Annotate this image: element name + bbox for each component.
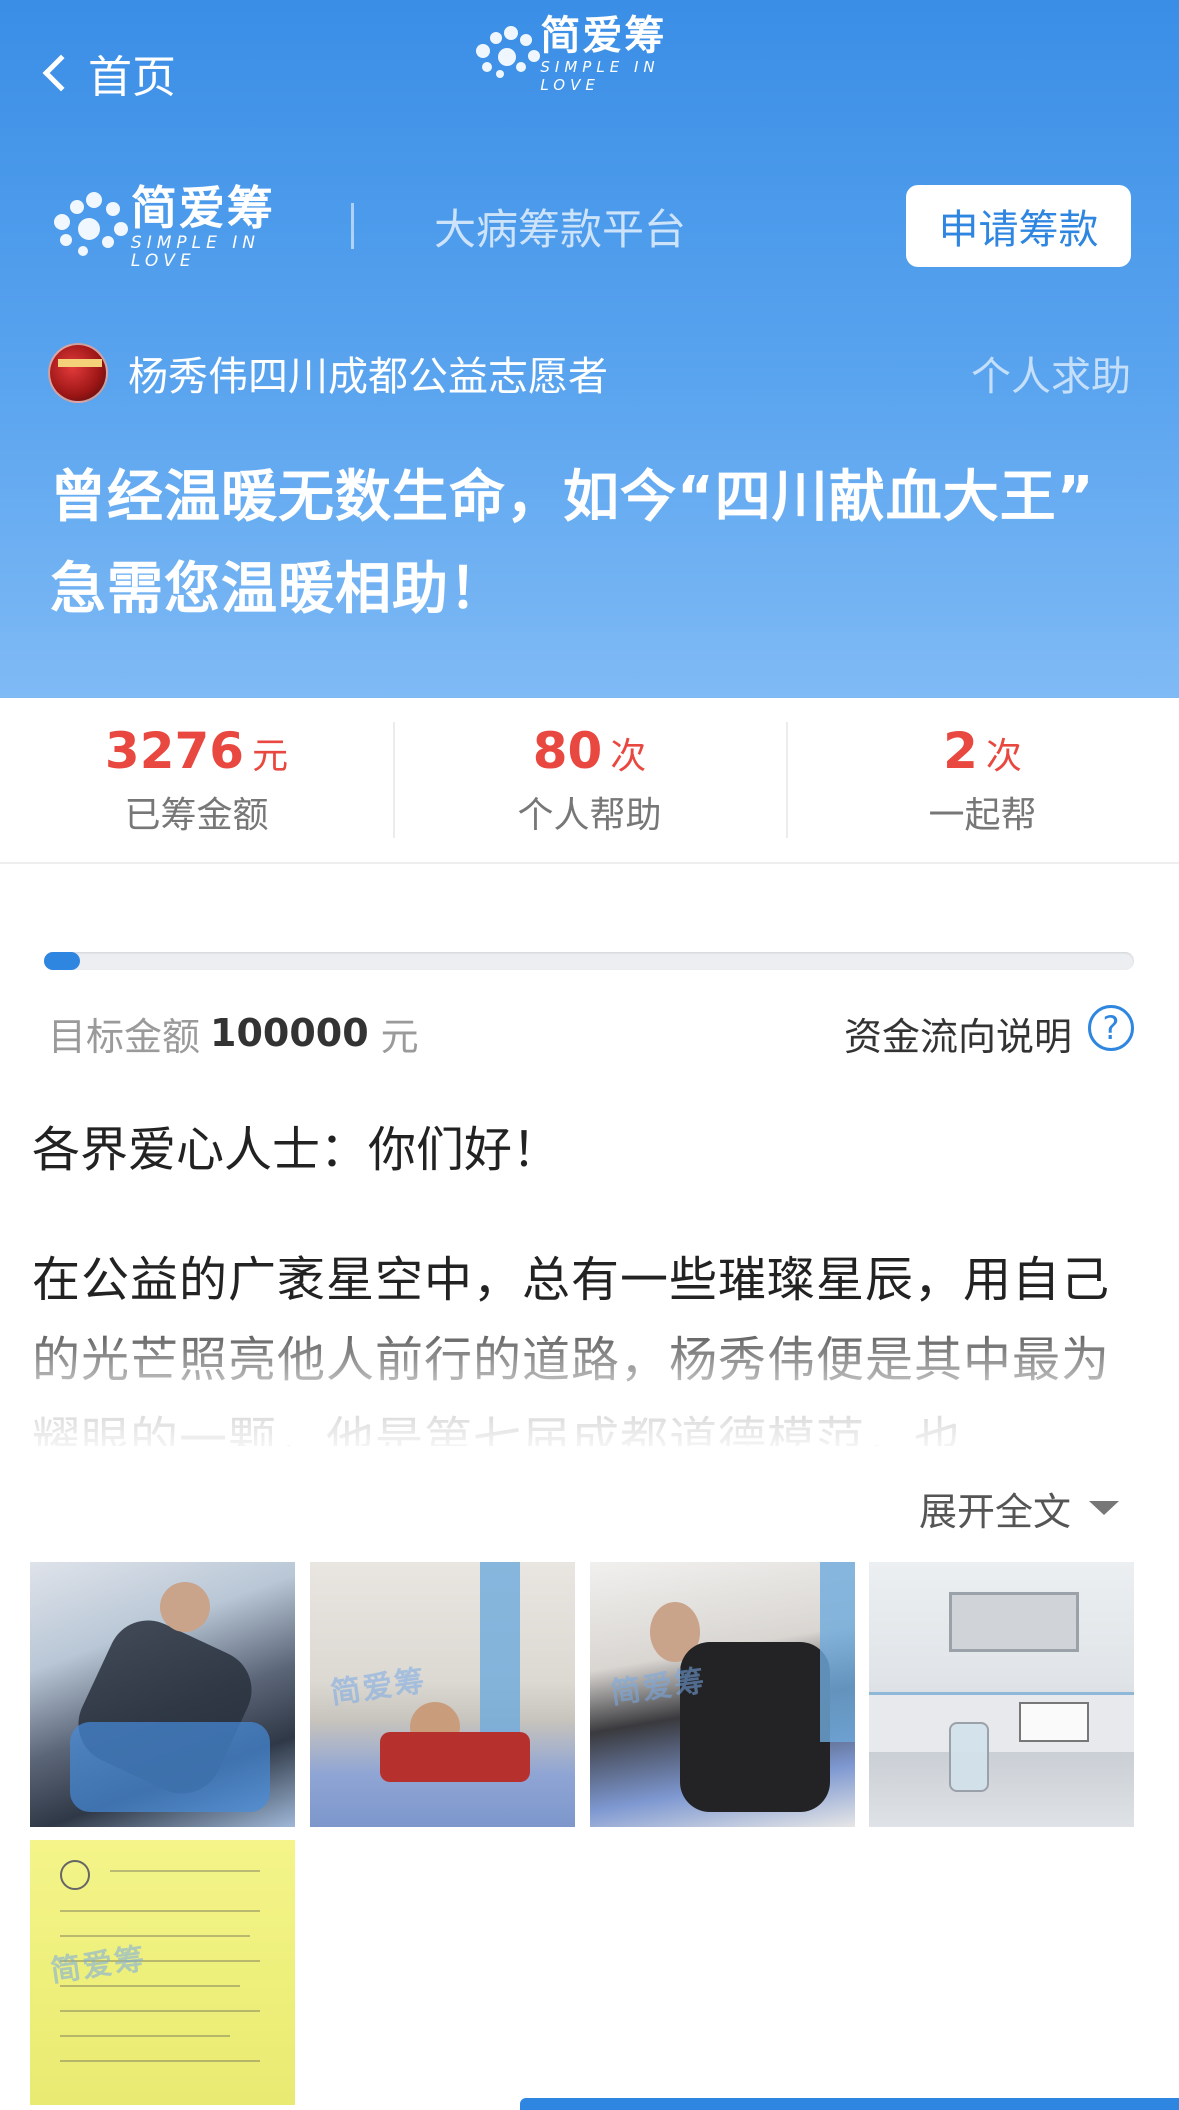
app-logo: 简爱筹 SIMPLE IN LOVE — [470, 14, 710, 94]
photo-thumbnail[interactable] — [30, 1562, 295, 1827]
photo-thumbnail[interactable]: 简爱筹 — [30, 1840, 295, 2105]
brand-row: 简爱筹 SIMPLE IN LOVE 大病筹款平台 申请筹款 — [48, 180, 1131, 272]
stat-unit: 元 — [252, 736, 289, 777]
stat-personal-help: 80 次 个人帮助 — [393, 698, 786, 862]
target-amount: 100000 — [210, 1011, 369, 1055]
stat-unit: 次 — [610, 736, 647, 777]
campaign-header: 首页 简爱筹 SIMPLE IN LOVE 简爱筹 SIMPLE IN LOVE… — [0, 0, 1179, 698]
divider — [351, 203, 354, 249]
logo-text-en: SIMPLE IN LOVE — [540, 58, 660, 94]
watermark: 简爱筹 — [48, 1941, 149, 1990]
stat-raised: 3276 元 已筹金额 — [0, 698, 393, 862]
fund-flow-link[interactable]: 资金流向说明 ? — [843, 1005, 1134, 1061]
brand-logo-en: SIMPLE IN LOVE — [130, 233, 260, 271]
back-button[interactable]: 首页 — [40, 38, 176, 108]
campaign-type-tag: 个人求助 — [971, 354, 1131, 400]
logo-icon — [470, 22, 540, 86]
back-label: 首页 — [88, 52, 176, 103]
stat-group-help: 2 次 一起帮 — [786, 698, 1179, 862]
progress-bar — [44, 952, 1134, 970]
caret-down-icon — [1089, 1501, 1119, 1515]
photo-thumbnail[interactable] — [869, 1562, 1134, 1827]
stats-bar: 3276 元 已筹金额 80 次 个人帮助 2 次 一起帮 — [0, 698, 1179, 864]
avatar[interactable] — [48, 343, 108, 403]
brand-logo: 简爱筹 SIMPLE IN LOVE — [48, 180, 323, 272]
apply-fundraising-button[interactable]: 申请筹款 — [906, 185, 1131, 267]
text-fade-overlay — [0, 1300, 1179, 1460]
photo-thumbnail[interactable]: 简爱筹 — [590, 1562, 855, 1827]
help-icon[interactable]: ? — [1088, 1005, 1134, 1051]
target-row: 目标金额 100000 元 资金流向说明 ? — [48, 1000, 1134, 1066]
expand-label: 展开全文 — [918, 1489, 1071, 1534]
platform-tagline: 大病筹款平台 — [434, 204, 687, 254]
fund-flow-label: 资金流向说明 — [843, 1014, 1072, 1059]
campaign-title: 曾经温暖无数生命，如今“四川献血大王” 急需您温暖相助！ — [50, 465, 1095, 622]
stat-value: 2 — [943, 722, 978, 780]
bottom-action-bar[interactable] — [520, 2098, 1179, 2110]
watermark: 简爱筹 — [328, 1663, 429, 1712]
chevron-left-icon — [42, 54, 80, 92]
stat-label: 一起帮 — [928, 795, 1037, 836]
target-unit: 元 — [380, 1014, 419, 1059]
progress-fill — [44, 952, 80, 970]
photo-thumbnail[interactable]: 简爱筹 — [310, 1562, 575, 1827]
brand-logo-cn: 简爱筹 — [130, 181, 275, 235]
stat-label: 已筹金额 — [124, 795, 269, 836]
author-name[interactable]: 杨秀伟四川成都公益志愿者 — [128, 344, 608, 402]
stat-value: 3276 — [104, 722, 245, 780]
target-label: 目标金额 — [48, 1014, 201, 1059]
brand-logo-icon — [48, 188, 129, 264]
stat-unit: 次 — [985, 736, 1022, 777]
logo-text-cn: 简爱筹 — [540, 13, 667, 59]
stat-label: 个人帮助 — [517, 795, 662, 836]
expand-full-text-button[interactable]: 展开全文 — [919, 1480, 1119, 1536]
stat-value: 80 — [532, 722, 603, 780]
story-greeting: 各界爱心人士：你们好！ — [32, 1122, 561, 1178]
author-row: 杨秀伟四川成都公益志愿者 个人求助 — [48, 340, 1131, 406]
